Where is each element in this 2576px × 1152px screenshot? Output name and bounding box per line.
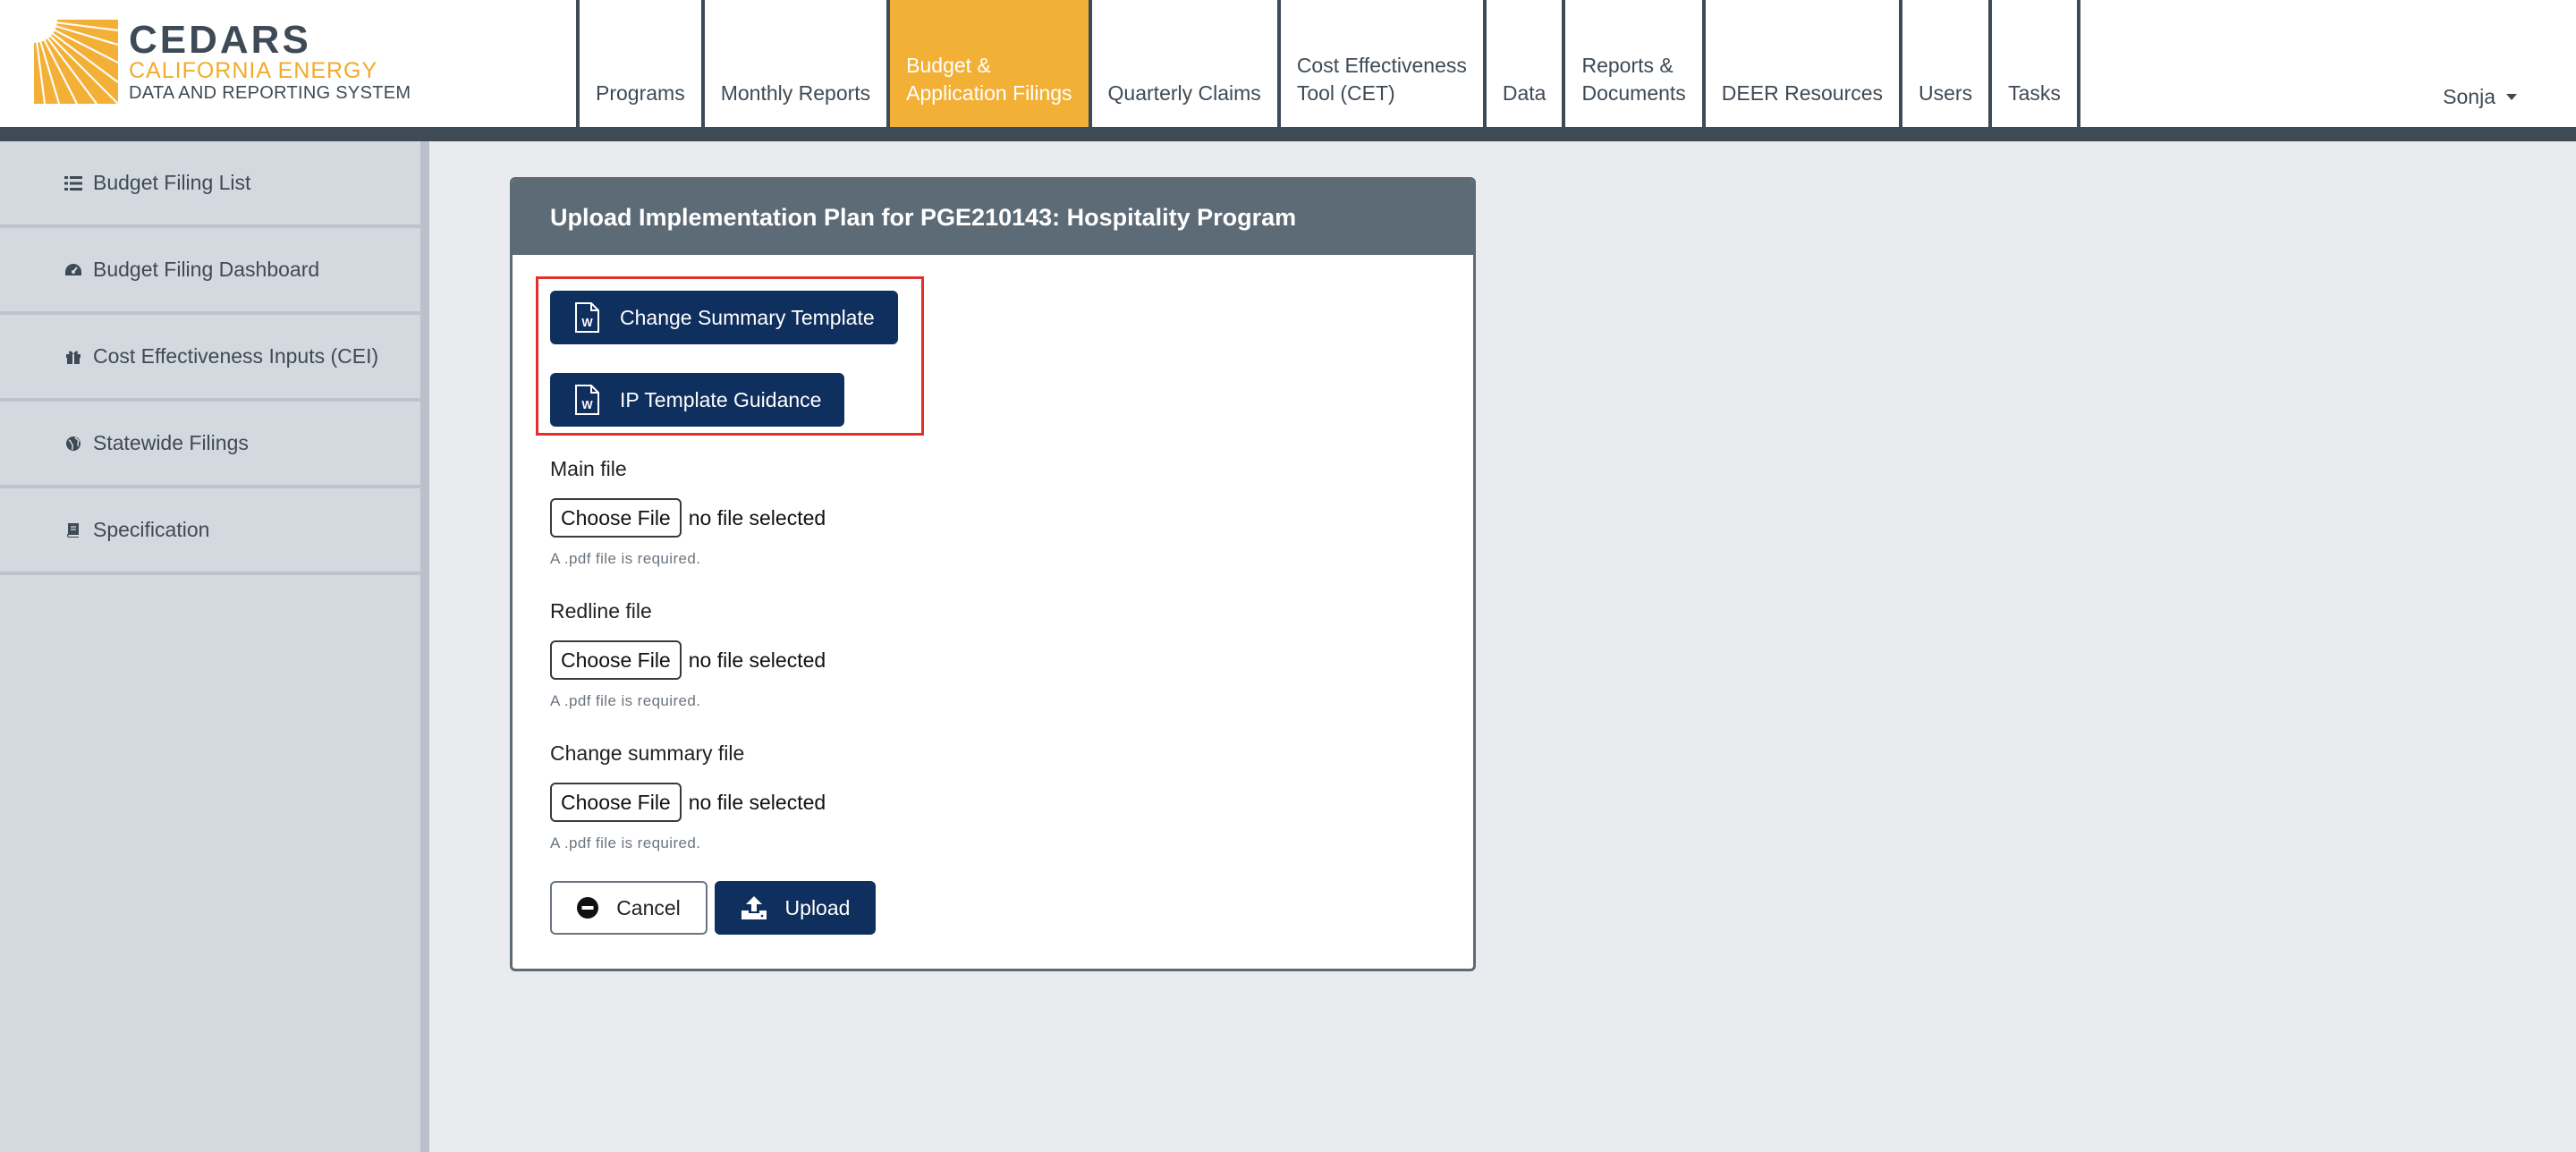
sidebar-item-label: Budget Filing List [93, 171, 251, 194]
nav-reports-label-line1: Reports & [1581, 54, 1674, 77]
cancel-label: Cancel [616, 895, 681, 919]
main-file-status: no file selected [688, 505, 826, 529]
redline-file-help: A .pdf file is required. [550, 692, 701, 709]
change-summary-file-input: Choose File no file selected [550, 783, 826, 822]
gift-icon [64, 348, 82, 366]
main-file-label: Main file [550, 457, 627, 480]
main-nav: Programs Monthly Reports Budget & Applic… [576, 0, 2080, 127]
main-file-choose-button[interactable]: Choose File [550, 498, 682, 538]
card-title: Upload Implementation Plan for PGE210143… [550, 203, 1297, 231]
redline-file-input: Choose File no file selected [550, 640, 826, 680]
upload-icon [741, 896, 767, 919]
user-name: Sonja [2443, 85, 2496, 108]
change-summary-template-label: Change Summary Template [620, 305, 875, 329]
main-file-help: A .pdf file is required. [550, 550, 701, 567]
sidebar-item-statewide-filings[interactable]: Statewide Filings [0, 402, 420, 488]
sidebar-item-label: Cost Effectiveness Inputs (CEI) [93, 344, 379, 368]
change-summary-file-label: Change summary file [550, 741, 745, 765]
logo-title: CEDARS [129, 17, 311, 62]
top-navbar: CEDARS CALIFORNIA ENERGY DATA AND REPORT… [0, 0, 2576, 127]
sidebar-item-budget-filing-dashboard[interactable]: Budget Filing Dashboard [0, 228, 420, 315]
nav-cet-label: Cost Effectiveness Tool (CET) [1297, 52, 1467, 107]
upload-label: Upload [784, 895, 851, 919]
cedars-logo[interactable]: CEDARS CALIFORNIA ENERGY DATA AND REPORT… [34, 20, 411, 104]
minus-circle-icon [577, 897, 599, 919]
nav-quarterly-claims-label: Quarterly Claims [1107, 81, 1261, 105]
sidebar-item-cost-effectiveness-inputs[interactable]: Cost Effectiveness Inputs (CEI) [0, 315, 420, 402]
nav-data[interactable]: Data [1482, 0, 1563, 127]
svg-text:W: W [581, 398, 593, 411]
nav-quarterly-claims[interactable]: Quarterly Claims [1088, 0, 1277, 127]
nav-budget-label-line2: Application Filings [906, 81, 1072, 105]
sidebar-edge [420, 141, 429, 1152]
sidebar-item-label: Specification [93, 518, 210, 541]
card-header: Upload Implementation Plan for PGE210143… [513, 180, 1473, 255]
change-summary-file-help: A .pdf file is required. [550, 834, 701, 851]
upload-implementation-plan-card: Upload Implementation Plan for PGE210143… [510, 177, 1476, 971]
nav-divider [2076, 0, 2080, 127]
sidebar-item-budget-filing-list[interactable]: Budget Filing List [0, 141, 420, 228]
sidebar-item-label: Statewide Filings [93, 431, 249, 454]
logo-tagline: DATA AND REPORTING SYSTEM [129, 82, 411, 103]
nav-programs-label: Programs [596, 81, 685, 105]
nav-reports-label-line2: Documents [1581, 81, 1686, 105]
sidebar: Budget Filing List Budget Filing Dashboa… [0, 141, 420, 1152]
nav-tasks[interactable]: Tasks [1988, 0, 2077, 127]
sidebar-item-specification[interactable]: Specification [0, 488, 420, 575]
nav-budget-application-filings[interactable]: Budget & Application Filings [886, 0, 1089, 127]
nav-programs[interactable]: Programs [576, 0, 701, 127]
sun-logo-icon [34, 20, 118, 104]
nav-monthly-reports[interactable]: Monthly Reports [700, 0, 886, 127]
change-summary-file-status: no file selected [688, 790, 826, 814]
nav-deer-label: DEER Resources [1721, 81, 1884, 105]
upload-button[interactable]: Upload [715, 881, 876, 935]
cancel-button[interactable]: Cancel [550, 881, 708, 935]
svg-text:W: W [581, 316, 593, 329]
ip-template-guidance-button[interactable]: W IP Template Guidance [550, 373, 845, 427]
word-document-icon: W [575, 302, 599, 333]
nav-cost-effectiveness-tool[interactable]: Cost Effectiveness Tool (CET) [1276, 0, 1483, 127]
sidebar-item-label: Budget Filing Dashboard [93, 258, 320, 281]
book-icon [64, 521, 82, 539]
ip-template-guidance-label: IP Template Guidance [620, 387, 822, 411]
navbar-bottom-rule [0, 127, 2576, 141]
nav-monthly-reports-label: Monthly Reports [720, 81, 871, 105]
main-file-input: Choose File no file selected [550, 498, 826, 538]
nav-deer-resources[interactable]: DEER Resources [1701, 0, 1899, 127]
nav-budget-label: Budget & Application Filings [906, 52, 1072, 107]
caret-down-icon [2506, 94, 2517, 100]
nav-users[interactable]: Users [1899, 0, 1988, 127]
change-summary-template-button[interactable]: W Change Summary Template [550, 291, 898, 344]
redline-file-choose-button[interactable]: Choose File [550, 640, 682, 680]
dashboard-icon [64, 261, 82, 279]
globe-icon [64, 435, 82, 453]
nav-data-label: Data [1502, 81, 1546, 105]
nav-reports-documents[interactable]: Reports & Documents [1562, 0, 1701, 127]
logo-subtitle: CALIFORNIA ENERGY [129, 57, 378, 83]
user-menu-dropdown[interactable]: Sonja [2443, 85, 2517, 109]
redline-file-status: no file selected [688, 648, 826, 672]
nav-budget-label-line1: Budget & [906, 54, 991, 77]
nav-cet-label-line1: Cost Effectiveness [1296, 54, 1467, 77]
nav-tasks-label: Tasks [2008, 81, 2061, 105]
word-document-icon: W [575, 385, 599, 415]
nav-users-label: Users [1919, 81, 1973, 105]
nav-cet-label-line2: Tool (CET) [1296, 81, 1395, 105]
change-summary-file-choose-button[interactable]: Choose File [550, 783, 682, 822]
list-icon [64, 174, 82, 192]
redline-file-label: Redline file [550, 599, 652, 623]
nav-reports-label: Reports & Documents [1581, 52, 1685, 107]
